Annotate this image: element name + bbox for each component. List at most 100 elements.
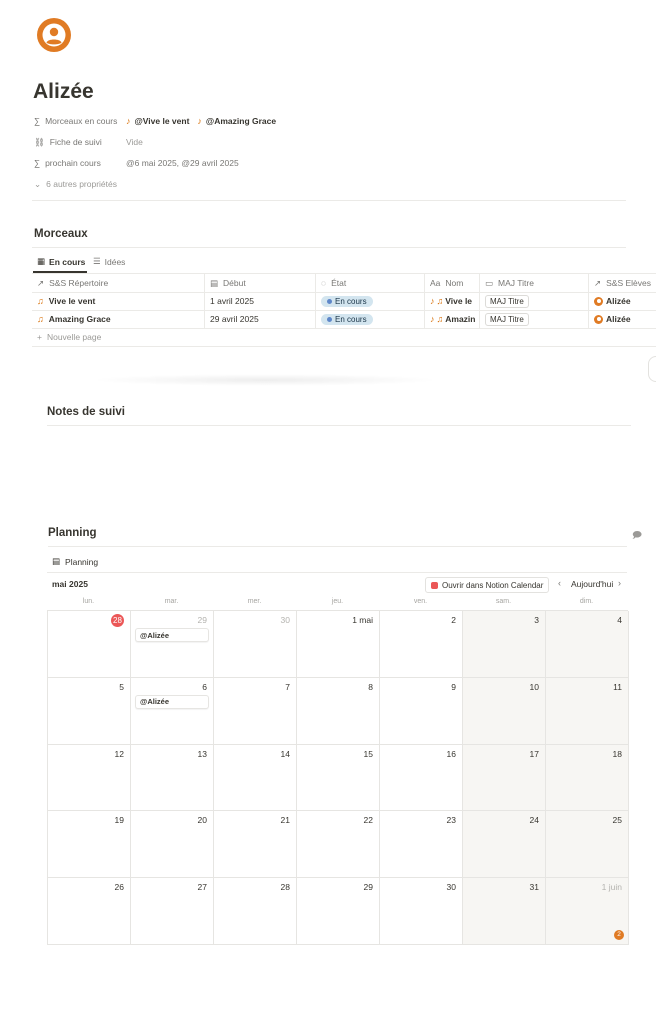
status-badge: En cours: [321, 313, 373, 325]
calendar-day-cell[interactable]: 23: [380, 811, 463, 879]
user-icon: [42, 23, 66, 47]
calendar-day-cell[interactable]: 30: [214, 611, 297, 678]
calendar-day-cell[interactable]: 28: [48, 611, 131, 678]
calendar-day-cell[interactable]: 12: [48, 744, 131, 812]
scroll-shadow: [90, 374, 440, 386]
calendar-day-cell[interactable]: 1 juin 2: [546, 878, 629, 945]
column-header[interactable]: Aa Nom: [425, 274, 480, 292]
calendar-day-cell[interactable]: 20: [131, 811, 214, 879]
column-header[interactable]: ↗ S&S Répertoire: [32, 274, 205, 292]
calendar-day-cell[interactable]: 9: [380, 677, 463, 745]
cell-maj[interactable]: MAJ Titre: [480, 310, 589, 328]
calendar-day-number: 7: [285, 681, 290, 692]
calendar-day-cell[interactable]: 30: [380, 878, 463, 945]
calendar-day-cell[interactable]: 17: [463, 744, 546, 812]
calendar-day-cell[interactable]: 29 @Alizée: [131, 611, 214, 678]
new-page-row[interactable]: + Nouvelle page: [32, 328, 656, 347]
calendar-day-cell[interactable]: 7: [214, 677, 297, 745]
scroll-handle[interactable]: [648, 356, 656, 382]
calendar-day-number: 29: [197, 615, 207, 625]
cell-debut[interactable]: 1 avril 2025: [205, 292, 316, 310]
open-calendar-button[interactable]: Ouvrir dans Notion Calendar: [425, 577, 550, 593]
overflow-count-badge[interactable]: 2: [614, 929, 624, 940]
calendar-icon: ▤: [210, 277, 219, 288]
calendar-month: mai 2025: [52, 579, 88, 589]
property-morceaux-en-cours[interactable]: ∑ Morceaux en cours ♪ @Vive le vent ♪ @Am…: [34, 112, 276, 130]
prev-month-chevron-icon[interactable]: ‹: [558, 578, 561, 588]
calendar-day-number: 27: [197, 882, 207, 893]
property-fiche-de-suivi[interactable]: ⛓ Fiche de suivi Vide: [34, 133, 143, 151]
calendar-day-cell[interactable]: 29: [297, 878, 380, 945]
cell-repertoire[interactable]: ♫ Amazing Grace: [32, 310, 205, 328]
calendar-day-number: 30: [280, 615, 290, 625]
cell-nom[interactable]: ♪ ♫ Amazin: [425, 310, 480, 328]
table-row[interactable]: ♫ Vive le vent 1 avril 2025 En cours ♪ ♫ Vi…: [32, 292, 656, 311]
calendar-day-cell[interactable]: 11: [546, 677, 629, 745]
music-note-icon: ♪: [430, 296, 435, 306]
calendar-day-cell[interactable]: 31: [463, 878, 546, 945]
calendar-day-cell[interactable]: 19: [48, 811, 131, 879]
view-tab-planning[interactable]: ▤ Planning: [52, 556, 98, 567]
calendar-day-cell[interactable]: 15: [297, 744, 380, 812]
calendar-day-number: 3: [534, 615, 539, 625]
table-row[interactable]: ♫ Amazing Grace 29 avril 2025 En cours ♪ ♫…: [32, 310, 656, 329]
calendar-event[interactable]: @Alizée: [135, 694, 209, 709]
calendar-day-cell[interactable]: 10: [463, 677, 546, 745]
maj-titre-button[interactable]: MAJ Titre: [485, 294, 529, 308]
column-header[interactable]: ↗ S&S Elèves: [589, 274, 656, 292]
column-header[interactable]: ▤ Début: [205, 274, 316, 292]
calendar-day-number: 20: [197, 815, 207, 826]
calendar-day-cell[interactable]: 4: [546, 611, 629, 678]
calendar-day-cell[interactable]: 3: [463, 611, 546, 678]
calendar-day-cell[interactable]: 1 mai: [297, 611, 380, 678]
tab-idees[interactable]: ☰ Idées: [93, 256, 125, 267]
column-header[interactable]: ▭ MAJ Titre: [480, 274, 589, 292]
weekday-label: lun.: [82, 598, 95, 605]
today-button[interactable]: Aujourd'hui: [571, 579, 613, 589]
property-prochain-cours[interactable]: ∑ prochain cours @6 mai 2025, @29 avril 2…: [34, 154, 239, 172]
cell-etat[interactable]: En cours: [316, 310, 425, 328]
calendar-event[interactable]: @Alizée: [135, 628, 209, 642]
mention-link[interactable]: @Vive le vent: [135, 116, 190, 126]
calendar-day-cell[interactable]: 16: [380, 744, 463, 812]
tab-en-cours[interactable]: ▦ En cours: [37, 256, 85, 267]
more-properties-toggle[interactable]: ⌄ 6 autres propriétés: [34, 175, 117, 193]
calendar-day-cell[interactable]: 24: [463, 811, 546, 879]
cell-debut[interactable]: 29 avril 2025: [205, 310, 316, 328]
property-value-dates[interactable]: @6 mai 2025, @29 avril 2025: [126, 158, 239, 168]
cell-eleve[interactable]: Alizée: [589, 310, 656, 328]
maj-titre-button[interactable]: MAJ Titre: [485, 312, 529, 326]
calendar-day-cell[interactable]: 13: [131, 744, 214, 812]
calendar-day-cell[interactable]: 28: [214, 878, 297, 945]
calendar-day-cell[interactable]: 5: [48, 677, 131, 745]
next-month-chevron-icon[interactable]: ›: [618, 578, 621, 588]
column-header[interactable]: ◌ État: [316, 274, 425, 292]
mention-link[interactable]: @Amazing Grace: [206, 116, 276, 126]
calendar-grid: 28 29 @Alizée 30 1 mai 2 3 4 5 6 @Alizée 7 8 9 10 11 12 1…: [47, 610, 629, 945]
calendar-day-cell[interactable]: 8: [297, 677, 380, 745]
calendar-app-icon: [431, 581, 438, 589]
calendar-day-cell[interactable]: 21: [214, 811, 297, 879]
calendar-day-cell[interactable]: 18: [546, 744, 629, 812]
cell-maj[interactable]: MAJ Titre: [480, 292, 589, 310]
calendar-day-cell[interactable]: 27: [131, 878, 214, 945]
calendar-day-cell[interactable]: 6 @Alizée: [131, 677, 214, 745]
section-title-planning: Planning: [48, 527, 97, 539]
calendar-day-cell[interactable]: 2: [380, 611, 463, 678]
calendar-day-cell[interactable]: 22: [297, 811, 380, 879]
page-icon-avatar[interactable]: [37, 18, 71, 52]
cell-nom[interactable]: ♪ ♫ Vive le: [425, 292, 480, 310]
property-value-empty[interactable]: Vide: [126, 137, 143, 147]
chevron-down-icon: ⌄: [34, 178, 42, 189]
page-title[interactable]: Alizée: [33, 80, 94, 104]
status-dot-icon: [327, 298, 332, 304]
calendar-day-cell[interactable]: 25: [546, 811, 629, 879]
comment-icon[interactable]: 🗩: [632, 528, 642, 544]
calendar-day-number: 31: [529, 882, 539, 893]
calendar-day-cell[interactable]: 14: [214, 744, 297, 812]
calendar-day-number: 29: [363, 882, 373, 893]
cell-repertoire[interactable]: ♫ Vive le vent: [32, 292, 205, 310]
cell-eleve[interactable]: Alizée: [589, 292, 656, 310]
calendar-day-cell[interactable]: 26: [48, 878, 131, 945]
cell-etat[interactable]: En cours: [316, 292, 425, 310]
